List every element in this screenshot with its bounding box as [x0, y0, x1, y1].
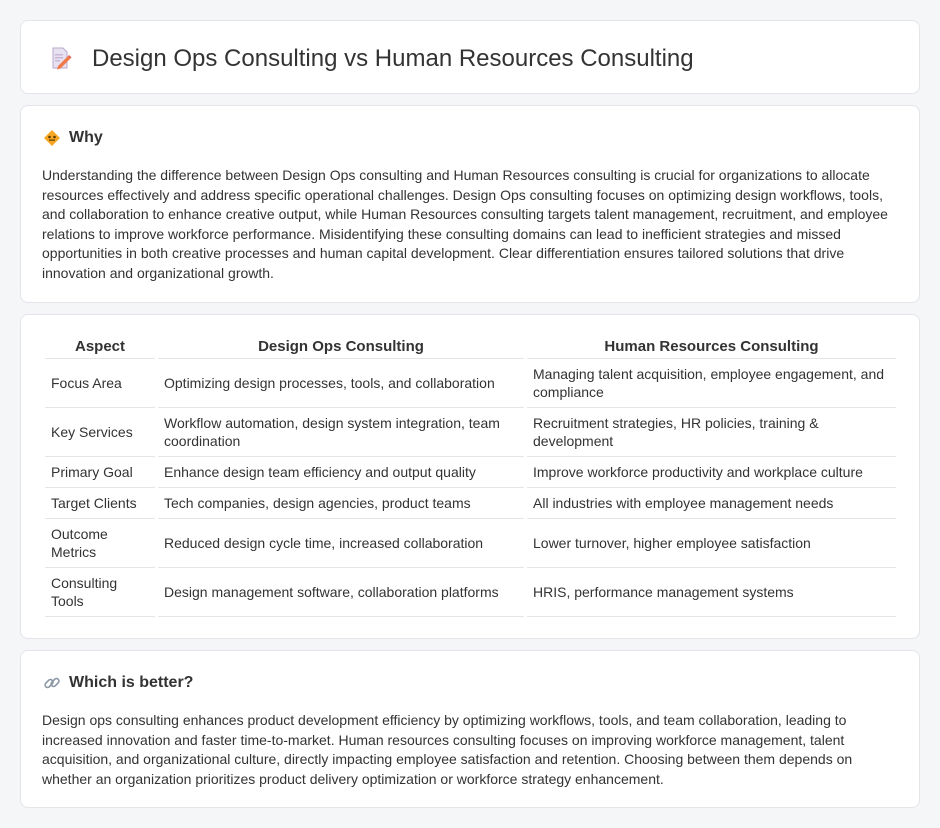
table-row: Consulting Tools Design management softw…: [45, 568, 896, 617]
document-pencil-icon: [48, 46, 72, 70]
cell-design-ops: Design management software, collaboratio…: [158, 568, 524, 617]
table-header-row: Aspect Design Ops Consulting Human Resou…: [45, 335, 896, 359]
cell-hr: Lower turnover, higher employee satisfac…: [527, 519, 896, 568]
which-better-section: Which is better? Design ops consulting e…: [20, 650, 920, 808]
link-icon: [43, 674, 61, 692]
cell-hr: Improve workforce productivity and workp…: [527, 457, 896, 488]
header-design-ops: Design Ops Consulting: [158, 335, 524, 359]
cell-design-ops: Optimizing design processes, tools, and …: [158, 359, 524, 408]
cell-aspect: Consulting Tools: [45, 568, 155, 617]
header-card: Design Ops Consulting vs Human Resources…: [20, 20, 920, 94]
comparison-section: Aspect Design Ops Consulting Human Resou…: [20, 314, 920, 639]
table-row: Focus Area Optimizing design processes, …: [45, 359, 896, 408]
cell-design-ops: Tech companies, design agencies, product…: [158, 488, 524, 519]
header-aspect: Aspect: [45, 335, 155, 359]
diamond-sign-icon: [43, 129, 61, 147]
table-row: Outcome Metrics Reduced design cycle tim…: [45, 519, 896, 568]
comparison-table: Aspect Design Ops Consulting Human Resou…: [42, 335, 899, 617]
better-heading-row: Which is better?: [43, 673, 193, 693]
cell-hr: HRIS, performance management systems: [527, 568, 896, 617]
why-text: Understanding the difference between Des…: [42, 167, 888, 281]
table-row: Primary Goal Enhance design team efficie…: [45, 457, 896, 488]
better-heading: Which is better?: [69, 674, 194, 691]
page-title: Design Ops Consulting vs Human Resources…: [92, 45, 694, 72]
cell-aspect: Primary Goal: [45, 457, 155, 488]
cell-aspect: Outcome Metrics: [45, 519, 155, 568]
cell-design-ops: Workflow automation, design system integ…: [158, 408, 524, 457]
cell-aspect: Focus Area: [45, 359, 155, 408]
cell-hr: All industries with employee management …: [527, 488, 896, 519]
why-section: Why Understanding the difference between…: [20, 105, 920, 303]
header-hr: Human Resources Consulting: [527, 335, 896, 359]
cell-aspect: Target Clients: [45, 488, 155, 519]
table-row: Target Clients Tech companies, design ag…: [45, 488, 896, 519]
table-row: Key Services Workflow automation, design…: [45, 408, 896, 457]
why-heading-row: Why: [43, 128, 103, 148]
cell-hr: Recruitment strategies, HR policies, tra…: [527, 408, 896, 457]
better-text: Design ops consulting enhances product d…: [42, 712, 853, 787]
cell-design-ops: Enhance design team efficiency and outpu…: [158, 457, 524, 488]
why-heading: Why: [69, 129, 103, 146]
cell-hr: Managing talent acquisition, employee en…: [527, 359, 896, 408]
cell-design-ops: Reduced design cycle time, increased col…: [158, 519, 524, 568]
cell-aspect: Key Services: [45, 408, 155, 457]
